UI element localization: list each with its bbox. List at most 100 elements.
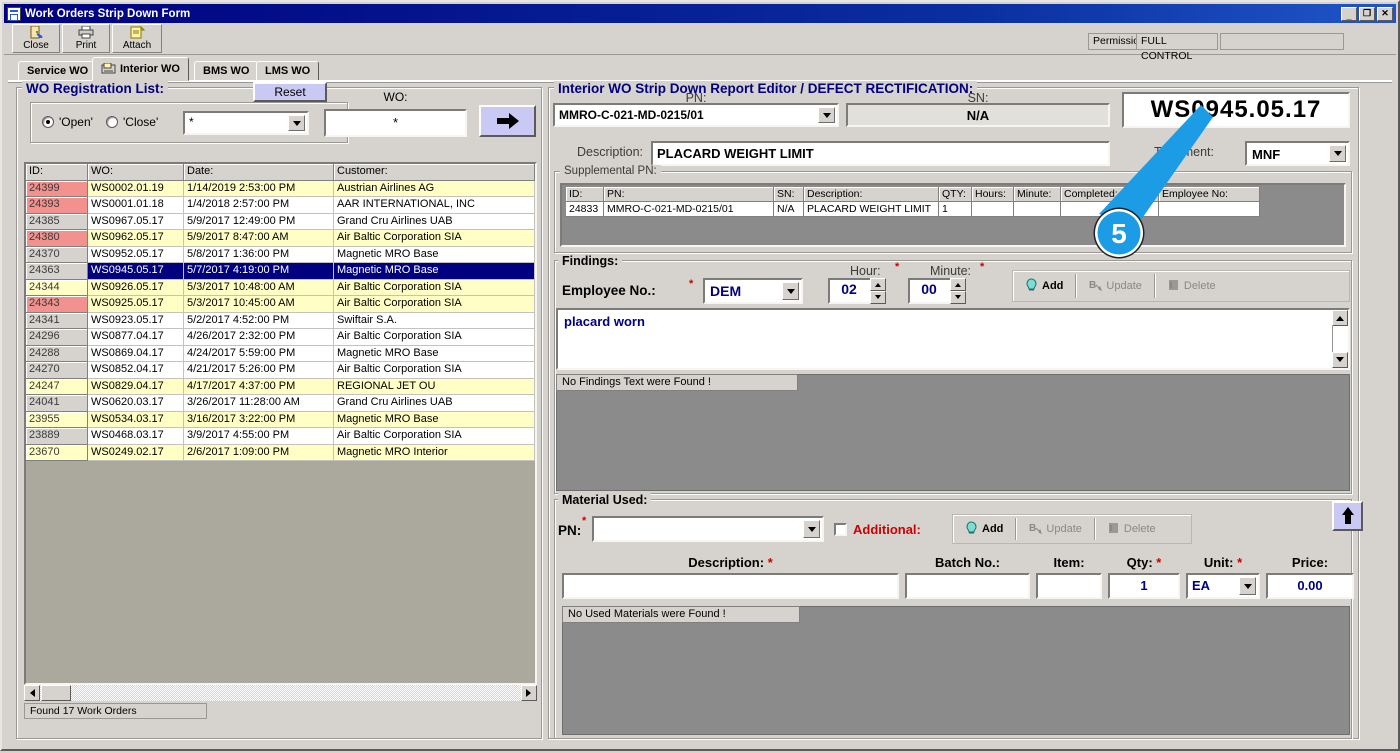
svg-text:B: B [1029,523,1036,534]
table-row[interactable]: 24247 WS0829.04.17 4/17/2017 4:37:00 PM REG… [26,378,535,395]
row-date: 1/14/2019 2:53:00 PM [184,180,334,197]
employee-combo-arrow-icon[interactable] [782,282,799,300]
material-pn-combo-arrow-icon[interactable] [803,520,820,538]
findings-add-button[interactable]: Add [1019,276,1069,296]
table-row[interactable]: 23670 WS0249.02.17 2/6/2017 1:09:00 PM Magn… [26,444,535,461]
table-row[interactable]: 24296 WS0877.04.17 4/26/2017 2:32:00 PM Air… [26,329,535,346]
table-row[interactable]: 24341 WS0923.05.17 5/2/2017 4:52:00 PM Swif… [26,312,535,329]
price-field[interactable]: 0.00 [1266,573,1354,599]
table-row[interactable]: 23889 WS0468.03.17 3/9/2017 4:55:00 PM Air … [26,428,535,445]
scroll-right-icon[interactable] [521,685,537,701]
unit-combo-arrow-icon[interactable] [1239,577,1256,595]
minute-value[interactable]: 00 [908,278,950,304]
up-arrow-icon [1341,507,1354,524]
findings-list-pane [556,374,1350,491]
additional-checkbox[interactable] [834,523,847,536]
batch-no-field[interactable] [905,573,1030,599]
pn-combo[interactable]: MMRO-C-021-MD-0215/01 [553,103,839,127]
scroll-up-icon[interactable] [1332,310,1348,326]
findings-update-button[interactable]: B Update [1083,276,1147,296]
pn-combo-arrow-icon[interactable] [818,107,835,123]
wo-table-body: 24399 WS0002.01.19 1/14/2019 2:53:00 PM Aus… [26,180,535,461]
svg-text:B: B [1089,280,1096,291]
unit-combo[interactable]: EA [1186,573,1260,599]
minute-spin-buttons[interactable] [950,278,966,304]
radio-close-circle[interactable] [106,116,118,128]
qty-field[interactable]: 1 [1108,573,1180,599]
row-id: 24393 [26,197,88,214]
table-row[interactable]: 24380 WS0962.05.17 5/9/2017 8:47:00 AM Air … [26,230,535,247]
employee-no-combo[interactable]: DEM [703,278,803,304]
close-window-button[interactable]: ✕ [1377,6,1393,21]
table-row[interactable]: 24399 WS0002.01.19 1/14/2019 2:53:00 PM Aus… [26,180,535,197]
treatment-combo-arrow-icon[interactable] [1329,145,1346,162]
col-header-date[interactable]: Date: [184,164,334,181]
tab-interior-wo[interactable]: Interior WO [92,57,189,81]
scroll-thumb[interactable] [41,685,71,701]
table-row[interactable]: 24393 WS0001.01.18 1/4/2018 2:57:00 PM AAR … [26,197,535,214]
minimize-button[interactable]: _ [1341,6,1357,21]
table-row[interactable]: 24041 WS0620.03.17 3/26/2017 11:28:00 AM Gr… [26,395,535,412]
supplemental-row[interactable]: 24833 MMRO-C-021-MD-0215/01 N/A PLACARD WEI… [566,202,1260,217]
filter-combo[interactable]: * [183,111,309,135]
col-header-id[interactable]: ID: [26,164,88,181]
hour-spinner[interactable]: 02 [828,278,886,304]
reset-button[interactable]: Reset [253,82,327,102]
minute-spinner[interactable]: 00 [908,278,966,304]
row-date: 4/17/2017 4:37:00 PM [184,378,334,395]
scroll-down-icon[interactable] [1332,352,1348,368]
row-date: 5/8/2017 1:36:00 PM [184,246,334,263]
material-add-button[interactable]: Add [959,519,1009,539]
row-date: 5/9/2017 8:47:00 AM [184,230,334,247]
scroll-left-icon[interactable] [24,685,40,701]
employee-no-value: DEM [710,283,742,299]
row-customer: Swiftair S.A. [334,312,535,329]
material-pn-required-marker: * [582,515,587,527]
row-customer: Grand Cru Airlines UAB [334,395,535,412]
treatment-combo[interactable]: MNF [1245,141,1350,166]
table-row[interactable]: 24363 WS0945.05.17 5/7/2017 4:19:00 PM Magn… [26,263,535,280]
radio-open-circle[interactable] [42,116,54,128]
table-row[interactable]: 24343 WS0925.05.17 5/3/2017 10:45:00 AM Air… [26,296,535,313]
tab-lms-wo[interactable]: LMS WO [256,61,320,81]
table-row[interactable]: 24370 WS0952.05.17 5/8/2017 1:36:00 PM Magn… [26,246,535,263]
tab-bms-wo[interactable]: BMS WO [194,61,259,81]
table-row[interactable]: 24344 WS0926.05.17 5/3/2017 10:48:00 AM Air… [26,279,535,296]
item-field[interactable] [1036,573,1102,599]
material-description-field[interactable] [562,573,899,599]
table-row[interactable]: 24288 WS0869.04.17 4/24/2017 5:59:00 PM Mag… [26,345,535,362]
radio-open[interactable]: 'Open' [42,115,93,129]
hour-value[interactable]: 02 [828,278,870,304]
radio-close[interactable]: 'Close' [106,115,158,129]
findings-delete-button[interactable]: Delete [1162,277,1222,296]
wo-table-hscrollbar[interactable] [24,685,537,701]
attach-button[interactable]: Attach [112,24,162,53]
row-customer: Magnetic MRO Base [334,263,535,280]
scroll-top-button[interactable] [1332,501,1363,531]
table-row[interactable]: 24270 WS0852.04.17 4/21/2017 5:26:00 PM Air… [26,362,535,379]
description-field[interactable]: PLACARD WEIGHT LIMIT [651,141,1110,166]
material-pn-combo[interactable] [592,516,824,542]
col-header-wo[interactable]: WO: [88,164,184,181]
material-update-button[interactable]: B Update [1023,519,1087,539]
toolbar-separator [1015,518,1018,540]
table-row[interactable]: 24385 WS0967.05.17 5/9/2017 12:49:00 PM Gra… [26,213,535,230]
print-button[interactable]: Print [62,24,110,53]
restore-button[interactable]: ❐ [1359,6,1375,21]
wo-search-input[interactable]: * [324,109,467,137]
material-delete-button[interactable]: Delete [1102,520,1162,539]
close-button[interactable]: Close [12,24,60,53]
table-row[interactable]: 23955 WS0534.03.17 3/16/2017 3:22:00 PM Mag… [26,411,535,428]
row-id: 24344 [26,279,88,296]
hour-spin-buttons[interactable] [870,278,886,304]
tab-service-wo[interactable]: Service WO [18,61,98,81]
search-go-button[interactable] [479,105,536,137]
findings-vscrollbar[interactable] [1332,310,1348,368]
findings-textarea[interactable]: placard worn [556,308,1350,370]
row-customer: Grand Cru Airlines UAB [334,213,535,230]
pn-combo-value: MMRO-C-021-MD-0215/01 [559,108,704,122]
col-header-customer[interactable]: Customer: [334,164,535,181]
filter-combo-arrow-icon[interactable] [288,115,305,131]
supplemental-header-row: ID: PN: SN: Description: QTY: Hours: Minute: Co… [566,187,1260,202]
additional-label: Additional: [853,522,921,537]
